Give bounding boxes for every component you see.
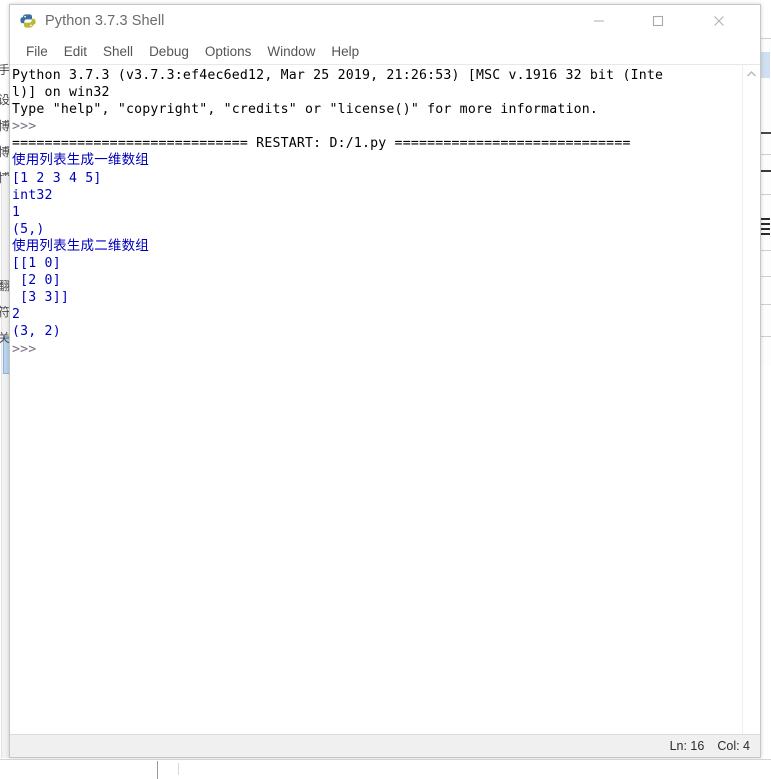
menu-bar: File Edit Shell Debug Options Window Hel…	[10, 38, 760, 65]
shell-line: >>>	[12, 341, 37, 357]
menu-item-window[interactable]: Window	[259, 42, 323, 61]
close-icon	[714, 15, 724, 26]
shell-line: int32	[12, 187, 53, 203]
shell-line: 1	[12, 204, 21, 220]
shell-line: 使用列表生成一维数组	[12, 152, 149, 169]
shell-scrollbar[interactable]	[742, 65, 760, 734]
shell-line: >>>	[12, 119, 37, 135]
maximize-icon	[652, 15, 664, 26]
shell-output-text[interactable]: Python 3.7.3 (v3.7.3:ef4ec6ed12, Mar 25 …	[10, 65, 742, 734]
shell-line: Python 3.7.3 (v3.7.3:ef4ec6ed12, Mar 25 …	[12, 68, 664, 83]
shell-line: [[1 0]	[12, 256, 61, 272]
status-line-indicator: Ln: 16	[669, 739, 705, 753]
shell-line: [1 2 3 4 5]	[12, 170, 102, 186]
status-column-indicator: Col: 4	[717, 739, 750, 753]
taskbar-divider	[178, 763, 179, 775]
minimize-icon	[594, 19, 604, 22]
menu-item-options[interactable]: Options	[197, 42, 260, 61]
shell-line: (3, 2)	[12, 324, 61, 340]
shell-line: Type "help", "copyright", "credits" or "…	[12, 102, 599, 118]
maximize-button[interactable]	[635, 5, 681, 36]
taskbar-divider	[157, 761, 158, 779]
menu-item-file[interactable]: File	[18, 42, 56, 61]
chevron-up-icon	[747, 71, 756, 77]
scroll-track[interactable]	[743, 83, 760, 734]
menu-item-debug[interactable]: Debug	[141, 42, 197, 61]
python-shell-window: Python 3.7.3 Shell File Edit Shell Debug…	[9, 4, 761, 758]
shell-line: 使用列表生成二维数组	[12, 237, 149, 254]
taskbar	[0, 759, 771, 779]
menu-item-shell[interactable]: Shell	[95, 42, 141, 61]
shell-line: (5,)	[12, 221, 45, 237]
menu-item-edit[interactable]: Edit	[56, 42, 95, 61]
scroll-up-button[interactable]	[743, 65, 760, 83]
shell-line: [2 0]	[12, 273, 61, 289]
shell-line: 2	[12, 307, 21, 323]
minimize-button[interactable]	[576, 5, 622, 36]
menu-item-help[interactable]: Help	[323, 42, 367, 61]
shell-line: [3 3]]	[12, 290, 69, 306]
python-logo-icon	[19, 12, 37, 30]
shell-line: ============================= RESTART: D…	[12, 136, 631, 152]
shell-line: l)] on win32	[12, 85, 110, 101]
close-button[interactable]	[696, 5, 742, 36]
title-bar[interactable]: Python 3.7.3 Shell	[10, 5, 760, 38]
window-title: Python 3.7.3 Shell	[45, 13, 165, 29]
status-bar: Ln: 16 Col: 4	[10, 734, 760, 757]
shell-body: Python 3.7.3 (v3.7.3:ef4ec6ed12, Mar 25 …	[10, 65, 760, 734]
